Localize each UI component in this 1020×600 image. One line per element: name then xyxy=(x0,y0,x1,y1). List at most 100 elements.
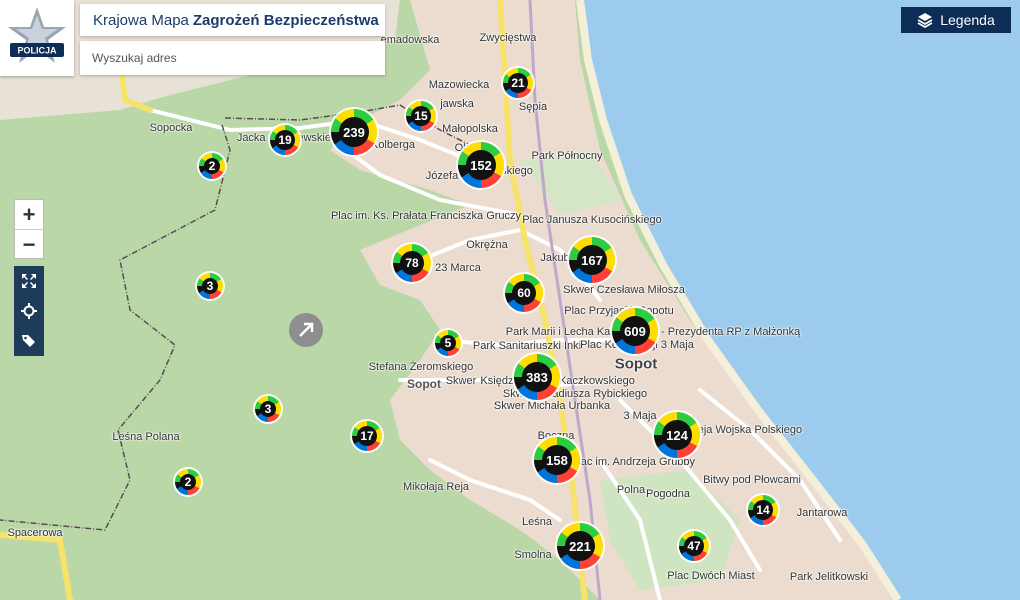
cluster-count: 14 xyxy=(753,500,773,520)
app-title: Krajowa Mapa Zagrożeń Bezpieczeństwa xyxy=(80,4,385,36)
legend-label: Legenda xyxy=(940,12,995,28)
street-label: 3 Maja xyxy=(623,410,657,422)
incident-cluster[interactable]: 15 xyxy=(406,101,436,131)
logo-text: POLICJA xyxy=(17,46,57,56)
street-label: Sopocka xyxy=(149,122,193,134)
incident-cluster[interactable]: 239 xyxy=(331,109,377,155)
locate-icon xyxy=(21,303,37,319)
cluster-count: 609 xyxy=(620,316,650,346)
street-label: Pogodna xyxy=(645,488,691,500)
incident-cluster[interactable]: 383 xyxy=(514,354,560,400)
cluster-count: 158 xyxy=(542,445,572,475)
incident-cluster[interactable]: 609 xyxy=(612,308,658,354)
street-label: Kolberga xyxy=(370,139,416,151)
layers-icon xyxy=(917,13,933,28)
fullscreen-icon xyxy=(22,274,36,288)
incident-cluster[interactable]: 124 xyxy=(654,412,700,458)
street-label: Skwer xyxy=(445,375,477,387)
street-label: Stefana Żeromskiego xyxy=(368,361,474,373)
street-label: Mikołaja Reja xyxy=(402,481,470,493)
cluster-count: 3 xyxy=(202,278,218,294)
cluster-count: 78 xyxy=(400,251,424,275)
street-label: Spacerowa xyxy=(7,527,63,539)
street-label: Polna xyxy=(616,484,646,496)
title-prefix: Krajowa Mapa xyxy=(93,11,189,29)
street-label: Skwer Michała Urbanka xyxy=(493,400,611,412)
incident-cluster[interactable]: 158 xyxy=(534,437,580,483)
cluster-count: 19 xyxy=(275,130,295,150)
incident-cluster[interactable]: 14 xyxy=(748,495,778,525)
incident-cluster[interactable]: 167 xyxy=(569,237,615,283)
incident-cluster[interactable]: 221 xyxy=(557,523,603,569)
street-label: Leśna Polana xyxy=(112,431,180,443)
title-bold: Zagrożeń Bezpieczeństwa xyxy=(192,11,379,29)
street-label: Leśna xyxy=(522,516,552,528)
map-tools xyxy=(14,266,44,356)
street-label: Mazowiecka xyxy=(428,79,490,91)
tags-button[interactable] xyxy=(14,326,44,356)
cluster-count: 60 xyxy=(512,281,536,305)
incident-cluster[interactable]: 3 xyxy=(255,396,281,422)
street-label: Skwer Czesława Miłosza xyxy=(563,284,685,296)
incident-cluster[interactable]: 47 xyxy=(679,531,709,561)
incident-cluster[interactable]: 3 xyxy=(197,273,223,299)
street-label: Park Jelitkowski xyxy=(789,571,869,583)
incident-cluster[interactable]: 152 xyxy=(458,142,504,188)
cluster-count: 2 xyxy=(180,474,196,490)
street-label: Aleja Wojska Polskiego xyxy=(687,424,803,436)
street-label: 23 Marca xyxy=(435,262,481,274)
incident-cluster[interactable]: 78 xyxy=(393,244,431,282)
fullscreen-button[interactable] xyxy=(14,266,44,296)
cluster-count: 124 xyxy=(662,420,692,450)
street-label: Małopolska xyxy=(442,123,498,135)
cluster-count: 167 xyxy=(577,245,607,275)
cluster-count: 47 xyxy=(684,536,704,556)
street-label: Park Północny xyxy=(531,150,603,162)
incident-cluster[interactable]: 60 xyxy=(505,274,543,312)
cluster-count: 21 xyxy=(508,73,528,93)
street-label: Kaczkowskiego xyxy=(559,375,635,387)
legend-button[interactable]: Legenda xyxy=(901,7,1011,33)
zoom-control: + − xyxy=(14,199,44,259)
tags-icon xyxy=(22,335,35,347)
cluster-count: 17 xyxy=(357,426,377,446)
street-label: Plac Dwóch Miast xyxy=(667,570,755,582)
incident-cluster[interactable]: 21 xyxy=(503,68,533,98)
zoom-in-button[interactable]: + xyxy=(15,200,43,229)
cluster-count: 221 xyxy=(565,531,595,561)
street-label: Plac im. Ks. Prałata Franciszka Gruczy xyxy=(330,210,522,222)
incident-cluster[interactable]: 19 xyxy=(270,125,300,155)
incident-cluster[interactable]: 2 xyxy=(175,469,201,495)
cluster-count: 2 xyxy=(204,158,220,174)
cluster-count: 3 xyxy=(260,401,276,417)
street-label: Park Sanitariuszki Inki xyxy=(472,340,582,352)
cluster-count: 15 xyxy=(411,106,431,126)
street-label: emadowska xyxy=(380,34,440,46)
street-label: Sopot xyxy=(614,355,658,373)
street-label: skiego xyxy=(501,165,533,177)
cluster-count: 152 xyxy=(466,150,496,180)
street-label: jawska xyxy=(440,98,474,110)
police-logo[interactable]: POLICJA xyxy=(0,0,74,76)
incident-cluster[interactable]: 5 xyxy=(435,330,461,356)
street-label: Sopot xyxy=(407,377,441,391)
street-label: Sępia xyxy=(518,101,548,113)
street-label: Okrężna xyxy=(466,239,508,251)
incident-cluster[interactable]: 2 xyxy=(199,153,225,179)
street-label: Zwycięstwa xyxy=(479,32,537,44)
cluster-count: 383 xyxy=(522,362,552,392)
street-label: Józefa xyxy=(425,170,459,182)
search-input[interactable] xyxy=(80,41,385,75)
zoom-out-button[interactable]: − xyxy=(15,229,43,259)
street-label: Jantarowa xyxy=(796,507,848,519)
police-star-icon: POLICJA xyxy=(8,7,66,63)
street-label: Jakub xyxy=(540,252,570,264)
cluster-count: 239 xyxy=(339,117,369,147)
incident-cluster[interactable]: 17 xyxy=(352,421,382,451)
street-label: Plac Janusza Kusocińskiego xyxy=(522,214,662,226)
street-label: Bitwy pod Płowcami xyxy=(703,474,801,486)
cluster-count: 5 xyxy=(440,335,456,351)
street-label: Smolna xyxy=(514,549,552,561)
sports-venue-icon xyxy=(289,313,323,347)
locate-button[interactable] xyxy=(14,296,44,326)
